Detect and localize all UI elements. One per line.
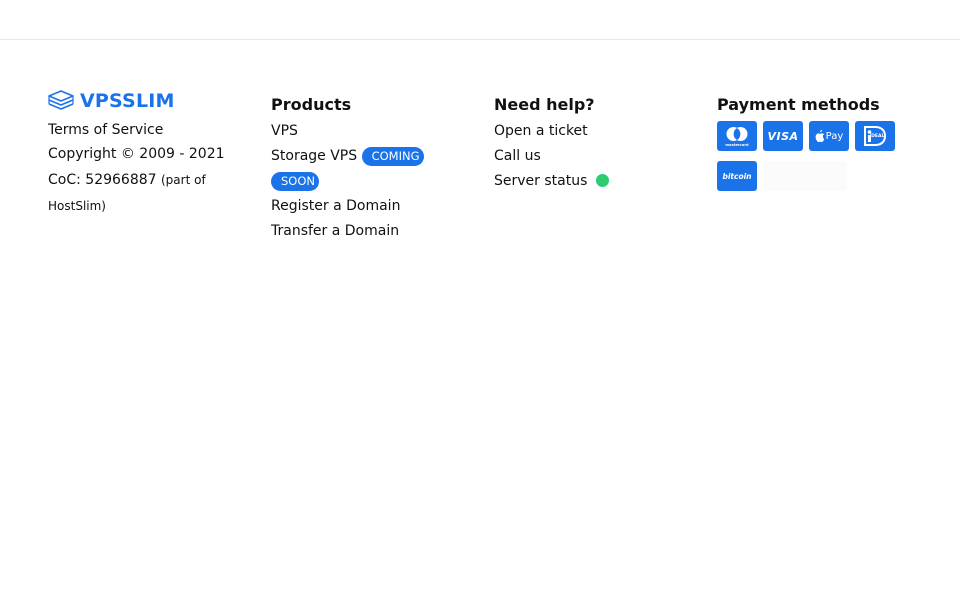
top-bar (0, 0, 960, 40)
copyright-text: Copyright © 2009 - 2021 (48, 146, 225, 162)
footer-help-column: Need help? Open a ticket Call us Server … (494, 90, 694, 194)
bitcoin-icon: bitcoin (717, 161, 757, 191)
help-heading: Need help? (494, 95, 595, 114)
open-ticket-link[interactable]: Open a ticket (494, 123, 588, 139)
svg-text:iDEAL: iDEAL (870, 133, 885, 139)
footer-products-column: Products VPS Storage VPS COMING SOON Reg… (271, 90, 471, 244)
storage-vps-link[interactable]: Storage VPS (271, 148, 357, 164)
status-online-icon (595, 174, 609, 187)
payment-placeholder (763, 161, 847, 191)
layers-icon (48, 90, 74, 110)
apple-pay-icon: Pay (809, 121, 849, 151)
logo-text: VPSSLIM (80, 90, 175, 112)
payment-methods-grid: mastercard VISA Pay iDEAL bitcoin (717, 121, 917, 191)
transfer-domain-link[interactable]: Transfer a Domain (271, 223, 399, 239)
server-status-link[interactable]: Server status (494, 173, 587, 189)
register-domain-link[interactable]: Register a Domain (271, 198, 400, 214)
ideal-icon: iDEAL (855, 121, 895, 151)
footer-about-column: VPSSLIM Terms of Service Copyright © 200… (48, 90, 248, 219)
svg-text:mastercard: mastercard (725, 143, 749, 147)
terms-of-service-link[interactable]: Terms of Service (48, 122, 163, 138)
products-heading: Products (271, 95, 352, 114)
coc-text: CoC: 52966887 (part of HostSlim) (48, 167, 248, 219)
payments-heading: Payment methods (717, 95, 880, 114)
vps-link[interactable]: VPS (271, 123, 298, 139)
call-us-link[interactable]: Call us (494, 148, 541, 164)
coc-number: CoC: 52966887 (48, 172, 157, 188)
footer-payments-column: Payment methods mastercard VISA Pay iDEA… (717, 90, 917, 191)
visa-icon: VISA (763, 121, 803, 151)
logo[interactable]: VPSSLIM (48, 90, 248, 112)
mastercard-icon: mastercard (717, 121, 757, 151)
